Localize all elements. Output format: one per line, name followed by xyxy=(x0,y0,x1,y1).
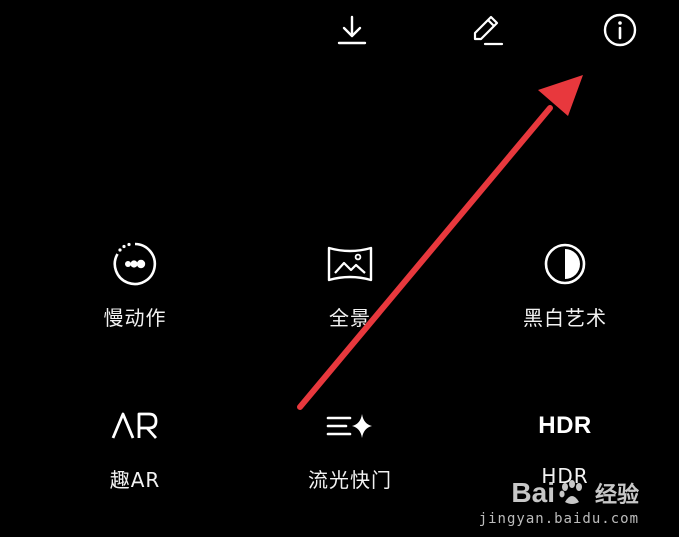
mode-panorama[interactable]: 全景 xyxy=(280,238,420,331)
mode-label: 慢动作 xyxy=(103,306,167,330)
download-button[interactable] xyxy=(332,10,372,50)
info-button[interactable] xyxy=(600,10,640,50)
mode-label: 流光快门 xyxy=(308,468,392,492)
mode-ar[interactable]: 趣AR xyxy=(65,400,205,493)
monochrome-icon xyxy=(544,243,586,285)
mode-label: 趣AR xyxy=(109,468,161,492)
download-icon xyxy=(337,15,367,45)
baidu-paw-icon xyxy=(559,480,582,504)
mode-hdr[interactable]: HDR HDR xyxy=(495,400,635,488)
baidu-jingyan-watermark: Bai 经验 jingyan.baidu.com xyxy=(479,477,639,527)
edit-pencil-icon xyxy=(473,15,504,46)
mode-label: 全景 xyxy=(329,306,371,330)
info-icon xyxy=(603,13,637,47)
mode-slow-motion[interactable]: 慢动作 xyxy=(65,238,205,331)
light-painting-icon xyxy=(326,414,372,438)
slow-motion-icon xyxy=(113,242,157,286)
watermark-brand-suffix: 经验 xyxy=(594,483,639,508)
ar-icon xyxy=(111,412,158,439)
panorama-icon xyxy=(327,246,373,282)
watermark-brand-prefix: Bai xyxy=(511,477,555,508)
hdr-icon: HDR xyxy=(538,412,592,439)
mode-monochrome[interactable]: 黑白艺术 xyxy=(495,238,635,331)
edit-button[interactable] xyxy=(466,10,506,50)
watermark-url: jingyan.baidu.com xyxy=(478,511,639,527)
mode-label: 黑白艺术 xyxy=(523,306,607,330)
mode-light-painting[interactable]: 流光快门 xyxy=(280,400,420,493)
